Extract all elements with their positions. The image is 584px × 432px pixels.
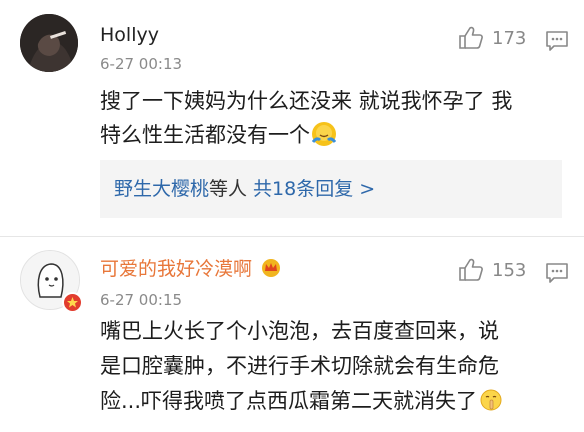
avatar[interactable] <box>20 14 78 72</box>
like-count: 153 <box>492 259 527 281</box>
verified-badge-icon <box>62 292 83 313</box>
shush-emoji-icon <box>479 388 503 412</box>
like-button[interactable]: 173 <box>458 26 526 50</box>
comment-text-segment: 险...吓得我喷了点西瓜霜第二天就消失了 <box>100 389 478 413</box>
comment-text-segment: 特么性生活都没有一个 <box>100 123 310 147</box>
reply-summary[interactable]: 野生大樱桃等人 共18条回复 > <box>100 160 562 218</box>
shrug-emoji-icon <box>311 122 337 146</box>
comment-text: 搜了一下姨妈为什么还没来 就说我怀孕了 我 特么性生活都没有一个 <box>100 84 560 152</box>
reply-users-suffix: 等人 <box>209 178 248 200</box>
thumbs-up-icon <box>459 26 483 49</box>
reply-users[interactable]: 野生大樱桃 <box>114 178 209 200</box>
crown-badge-icon <box>260 258 282 278</box>
username[interactable]: Hollyy <box>100 24 159 46</box>
avatar-photo-icon <box>20 14 78 72</box>
comment-date: 6-27 00:13 <box>100 55 183 73</box>
username[interactable]: 可爱的我好冷漠啊 <box>100 258 282 280</box>
comment-bubble-icon <box>546 263 568 283</box>
comment-text-line: 嘴巴上火长了个小泡泡，去百度查回来，说 <box>100 319 499 343</box>
reply-button[interactable] <box>545 30 569 56</box>
comment-text-line: 搜了一下姨妈为什么还没来 就说我怀孕了 我 <box>100 89 513 113</box>
comment-text: 嘴巴上火长了个小泡泡，去百度查回来，说 是口腔囊肿，不进行手术切除就会有生命危 … <box>100 314 560 419</box>
username-text[interactable]: 可爱的我好冷漠啊 <box>100 258 252 280</box>
reply-button[interactable] <box>545 262 569 288</box>
like-button[interactable]: 153 <box>458 258 526 282</box>
reply-count-link[interactable]: 共18条回复 > <box>253 178 375 200</box>
thumbs-up-icon <box>459 258 483 281</box>
comment-date: 6-27 00:15 <box>100 291 183 309</box>
comment-text-line: 是口腔囊肿，不进行手术切除就会有生命危 <box>100 354 499 378</box>
comment-text-line: 险...吓得我喷了点西瓜霜第二天就消失了 <box>100 384 560 419</box>
comment-text-line: 特么性生活都没有一个 <box>100 118 560 152</box>
divider <box>0 236 584 237</box>
comment-bubble-icon <box>546 31 568 51</box>
like-count: 173 <box>492 27 527 49</box>
